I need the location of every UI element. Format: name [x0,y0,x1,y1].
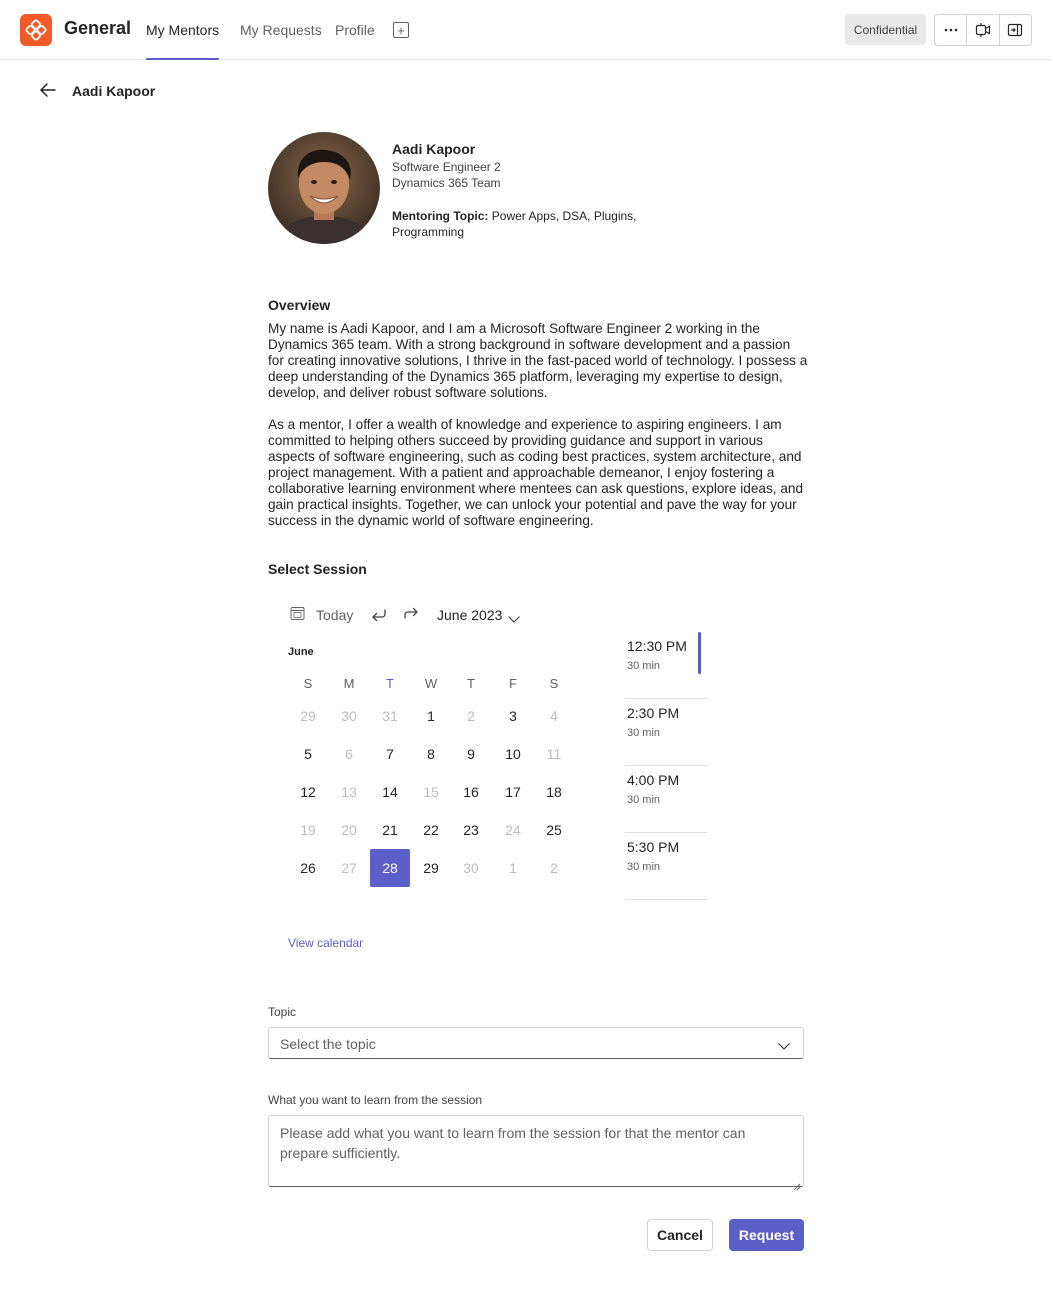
weekday-label: S [549,676,559,691]
calendar-day[interactable]: 22 [411,811,451,849]
calendar-day[interactable]: 4 [534,697,574,735]
topic-select-placeholder: Select the topic [280,1036,376,1052]
calendar-day[interactable]: 30 [329,697,369,735]
meet-now-icon[interactable] [967,15,1000,45]
calendar-day[interactable]: 2 [534,849,574,887]
tab-my-requests[interactable]: My Requests [240,22,322,60]
cancel-button[interactable]: Cancel [647,1219,713,1251]
calendar-day[interactable]: 19 [288,811,328,849]
calendar-day[interactable]: 29 [411,849,451,887]
calendar-day[interactable]: 8 [411,735,451,773]
tab-my-mentors[interactable]: My Mentors [146,22,220,60]
profile-team: Dynamics 365 Team [392,176,501,190]
profile-mentoring-topic: Mentoring Topic: Power Apps, DSA, Plugin… [392,208,642,240]
time-slot[interactable]: 2:30 PM 30 min [625,699,707,766]
calendar-day[interactable]: 3 [493,697,533,735]
calendar-day[interactable]: 10 [493,735,533,773]
app-logo-icon[interactable] [20,14,52,46]
previous-month-icon[interactable] [370,606,388,622]
chevron-down-icon [777,1038,791,1050]
learn-textarea[interactable]: Please add what you want to learn from t… [268,1115,804,1191]
time-slot-duration: 30 min [627,660,661,672]
calendar-day[interactable]: 12 [288,773,328,811]
time-slot-time: 12:30 PM [627,638,687,654]
overview-paragraph-1: My name is Aadi Kapoor, and I am a Micro… [268,321,808,400]
calendar-day[interactable]: 14 [370,773,410,811]
calendar-day[interactable]: 20 [329,811,369,849]
more-options-icon[interactable] [935,15,968,45]
profile-role: Software Engineer 2 [392,160,501,174]
selected-indicator [698,632,701,674]
header-actions [934,14,1032,46]
back-arrow-icon[interactable] [38,80,58,100]
calendar-day[interactable]: 31 [370,697,410,735]
calendar-day[interactable]: 18 [534,773,574,811]
popout-icon[interactable] [1000,15,1031,45]
time-slot-time: 2:30 PM [627,705,680,721]
request-button[interactable]: Request [729,1219,804,1251]
time-slot[interactable]: 5:30 PM 30 min [625,833,707,900]
learn-label: What you want to learn from the session [268,1093,483,1107]
calendar-day[interactable]: 17 [493,773,533,811]
calendar-day[interactable]: 24 [493,811,533,849]
today-button[interactable]: Today [316,607,353,623]
calendar-day[interactable]: 7 [370,735,410,773]
calendar-day[interactable]: 29 [288,697,328,735]
confidential-badge[interactable]: Confidential [845,14,926,45]
calendar-day[interactable]: 1 [493,849,533,887]
calendar-day-selected[interactable]: 28 [370,849,410,887]
calendar-day[interactable]: 13 [329,773,369,811]
calendar-day[interactable]: 11 [534,735,574,773]
time-slot-duration: 30 min [627,861,661,873]
calendar-day[interactable]: 21 [370,811,410,849]
calendar-day[interactable]: 27 [329,849,369,887]
weekday-label: S [303,676,313,691]
weekday-label: T [467,676,475,691]
next-month-icon[interactable] [402,606,420,622]
calendar-day[interactable]: 2 [451,697,491,735]
calendar-day[interactable]: 26 [288,849,328,887]
add-tab-icon[interactable]: + [393,22,409,38]
calendar-day[interactable]: 23 [451,811,491,849]
time-slot[interactable]: 12:30 PM 30 min [625,632,707,699]
weekday-label: T [386,676,394,691]
time-slot-time: 4:00 PM [627,772,680,788]
calendar-day[interactable]: 16 [451,773,491,811]
calendar-day[interactable]: 5 [288,735,328,773]
chevron-down-icon[interactable] [507,611,521,623]
tab-profile[interactable]: Profile [335,22,375,60]
weekday-label: M [343,676,355,691]
topic-select[interactable]: Select the topic [268,1027,804,1059]
overview-heading: Overview [268,297,331,313]
mentoring-topic-label: Mentoring Topic: [392,209,489,223]
calendar-day[interactable]: 9 [451,735,491,773]
time-slot-time: 5:30 PM [627,839,680,855]
topic-label: Topic [268,1005,297,1019]
weekday-label: W [424,676,438,691]
time-slot-duration: 30 min [627,727,661,739]
view-calendar-link[interactable]: View calendar [288,936,363,950]
calendar-day[interactable]: 30 [451,849,491,887]
overview-paragraph-2: As a mentor, I offer a wealth of knowled… [268,417,804,528]
weekday-label: F [509,676,517,691]
page-title: Aadi Kapoor [72,83,156,99]
resize-handle-icon[interactable] [793,1176,801,1191]
calendar-day[interactable]: 6 [329,735,369,773]
time-slot[interactable]: 4:00 PM 30 min [625,766,707,833]
calendar-day[interactable]: 25 [534,811,574,849]
profile-name: Aadi Kapoor [392,141,476,157]
calendar-month-label: June [288,646,314,658]
app-title: General [64,18,132,38]
avatar [268,132,380,244]
calendar-day[interactable]: 15 [411,773,451,811]
top-bar: General My Mentors My Requests Profile +… [0,0,1052,60]
time-slot-duration: 30 min [627,794,661,806]
calendar-icon[interactable] [290,606,305,621]
month-selector[interactable]: June 2023 [437,607,502,623]
select-session-heading: Select Session [268,561,367,577]
learn-textarea-placeholder: Please add what you want to learn from t… [280,1125,746,1161]
calendar-day[interactable]: 1 [411,697,451,735]
